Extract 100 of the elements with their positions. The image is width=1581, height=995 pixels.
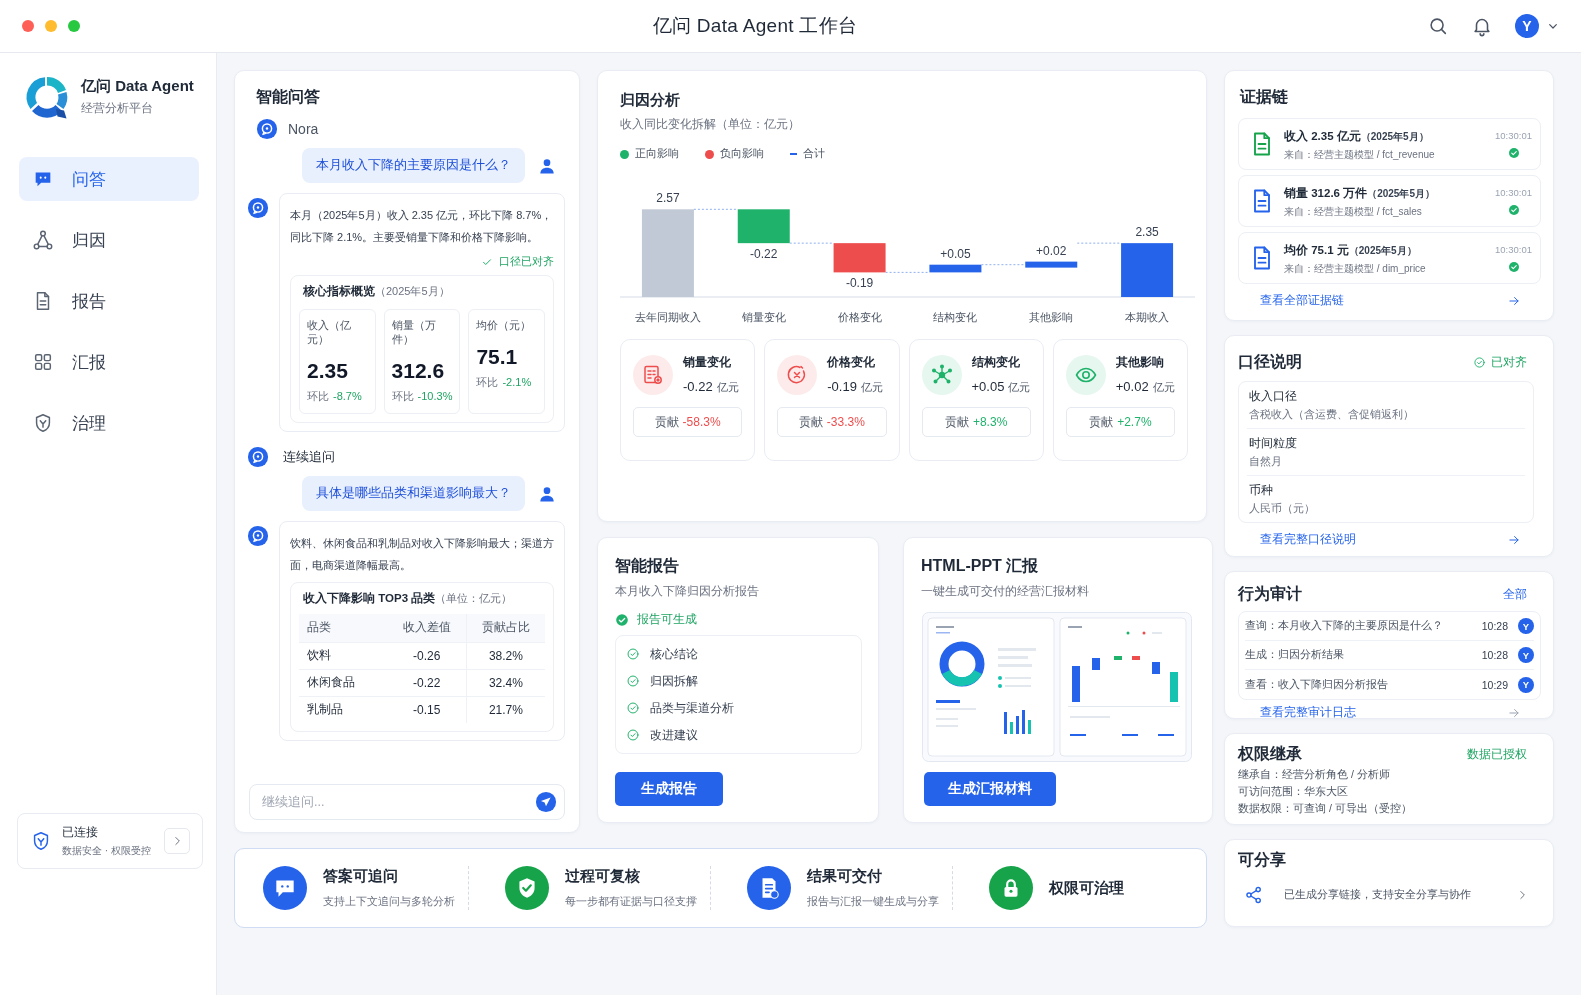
change-label: 环比 (307, 390, 329, 402)
change-label: 环比 (476, 376, 499, 388)
panel-subtitle: 本月收入下降归因分析报告 (615, 583, 760, 600)
feature-title: 权限可治理 (1049, 878, 1124, 898)
metrics-title: 核心指标概览 (303, 284, 375, 299)
view-definitions-link[interactable]: 查看完整口径说明 (1260, 531, 1521, 548)
connection-status: 已连接 (62, 824, 99, 841)
share-link-row[interactable]: 已生成分享链接，支持安全分享与协作 (1238, 885, 1541, 905)
nav-item[interactable]: 报告 (19, 279, 199, 323)
bot-avatar-icon (247, 446, 269, 468)
evidence-title: 收入 2.35 亿元 (1284, 130, 1361, 142)
value-label: +0.05 (940, 246, 971, 261)
column-header: 贡献占比 (466, 614, 545, 642)
axis-label: 去年同期收入 (634, 311, 701, 323)
brand-name: 亿问 Data Agent (81, 77, 194, 96)
factor-value: -0.19 (827, 379, 857, 394)
nav-item[interactable]: 汇报 (19, 340, 199, 384)
audit-entry: 查询：本月收入下降的主要原因是什么？ (1245, 619, 1444, 633)
timestamp: 10:28 (1481, 649, 1508, 661)
link-text: 查看完整口径说明 (1260, 531, 1356, 548)
window-controls-icon[interactable] (21, 19, 83, 33)
audit-entry: 查看：收入下降归因分析报告 (1245, 677, 1389, 692)
user-avatar[interactable]: Y (1515, 14, 1539, 38)
bot-avatar-icon (256, 118, 278, 140)
link-text: 查看完整审计日志 (1260, 704, 1356, 721)
evidence-item[interactable]: 均价 75.1 元（2025年5月） 来自：经营主题模型 / dim_price 10:30:01 (1238, 232, 1541, 284)
metric-label: 均价（元） (476, 319, 533, 333)
user-message: 本月收入下降的主要原因是什么？ (302, 148, 525, 183)
nav-item[interactable]: 归因 (19, 218, 199, 262)
input-field[interactable]: 继续追问... (249, 784, 565, 820)
section-item: 品类与渠道分析 (650, 699, 734, 717)
nav-item[interactable]: 问答 (19, 157, 199, 201)
value-label: 2.35 (1135, 225, 1159, 240)
answer-text: 本月（2025年5月）收入 2.35 亿元，环比下降 8.7%，同比下降 2.1%。主要受销量下降和价格下降影响。 (290, 208, 554, 245)
generate-materials-button[interactable]: 生成汇报材料 (924, 772, 1056, 806)
report-status: 报告可生成 (637, 612, 697, 627)
user-avatar: Y (1518, 647, 1534, 663)
axis-label: 销量变化 (741, 311, 786, 323)
definition-label: 时间粒度 (1249, 435, 1298, 452)
user-avatar: Y (1518, 618, 1534, 634)
nodes-icon (32, 229, 54, 251)
table-cell: -0.15 (387, 696, 467, 723)
user-avatar: Y (1518, 676, 1534, 693)
legend-label: 负向影响 (720, 147, 764, 161)
contribution-label: 贡献 (944, 413, 969, 431)
connector-line (980, 264, 1026, 266)
definition-label: 币种 (1249, 482, 1274, 499)
factor-name: 结构变化 (971, 354, 1021, 371)
timestamp: 10:30:01 (1495, 186, 1532, 198)
send-icon[interactable] (535, 791, 557, 813)
axis-label: 价格变化 (837, 311, 882, 323)
definition-value: 含税收入（含运费、含促销返利） (1249, 408, 1415, 422)
evidence-item[interactable]: 销量 312.6 万件（2025年5月） 来自：经营主题模型 / fct_sales 10:30:01 (1238, 175, 1541, 227)
brand-subtitle: 经营分析平台 (81, 100, 154, 117)
column-header: 收入差值 (387, 614, 467, 642)
aligned-label: 口径已对齐 (499, 254, 554, 269)
panel-title: 证据链 (1240, 87, 1289, 107)
factor-value: +0.02 (1115, 379, 1149, 394)
table-cell: 休闲食品 (299, 669, 388, 696)
alignment-status: 已对齐 (1491, 355, 1527, 370)
definition-label: 收入口径 (1249, 388, 1298, 405)
metrics-period: （2025年5月） (375, 284, 450, 299)
view-all-link[interactable]: 全部 (1503, 586, 1527, 603)
table-unit: （单位：亿元） (435, 591, 513, 606)
search-icon[interactable] (1427, 15, 1449, 37)
share-description: 已生成分享链接，支持安全分享与协作 (1284, 888, 1472, 902)
generate-report-button[interactable]: 生成报告 (615, 772, 723, 806)
axis-label: 其他影响 (1029, 311, 1074, 323)
factor-unit: 亿元 (1008, 381, 1031, 393)
change-value: -2.1% (502, 376, 532, 388)
panel-title: 行为审计 (1238, 584, 1302, 604)
axis-label: 本期收入 (1125, 311, 1170, 323)
section-item: 改进建议 (650, 726, 698, 744)
table-cell: 乳制品 (299, 696, 388, 723)
table-cell: -0.26 (387, 642, 467, 669)
view-all-link[interactable]: 查看全部证据链 (1260, 292, 1521, 309)
factor-name: 价格变化 (827, 354, 877, 371)
definition-value: 人民币（元） (1249, 502, 1316, 516)
connector-line (1076, 242, 1122, 244)
value-label: -0.22 (750, 247, 778, 262)
nav-item[interactable]: 治理 (19, 401, 199, 445)
timestamp: 10:30:01 (1495, 243, 1532, 255)
evidence-item[interactable]: 收入 2.35 亿元（2025年5月） 来自：经营主题模型 / fct_revenue 10:30:01 (1238, 118, 1541, 170)
connector-line (789, 242, 835, 244)
view-log-link[interactable]: 查看完整审计日志 (1260, 704, 1521, 721)
contribution-value: -33.3% (826, 415, 865, 429)
value-label: -0.19 (845, 276, 874, 291)
evidence-period: （2025年5月） (1360, 131, 1429, 142)
change-label: 环比 (391, 390, 414, 402)
evidence-title: 均价 75.1 元 (1284, 244, 1349, 256)
contribution-label: 贡献 (1089, 413, 1114, 431)
contribution-label: 贡献 (654, 413, 679, 431)
change-value: -10.3% (417, 390, 453, 402)
panel-title: 口径说明 (1238, 352, 1302, 372)
share-icon (1244, 885, 1264, 905)
factor-value: -0.22 (683, 379, 713, 394)
connector-line (885, 271, 930, 273)
table-cell: 21.7% (466, 696, 545, 723)
timestamp: 10:29 (1481, 678, 1508, 691)
feature-description: 报告与汇报一键生成与分享 (807, 894, 939, 909)
